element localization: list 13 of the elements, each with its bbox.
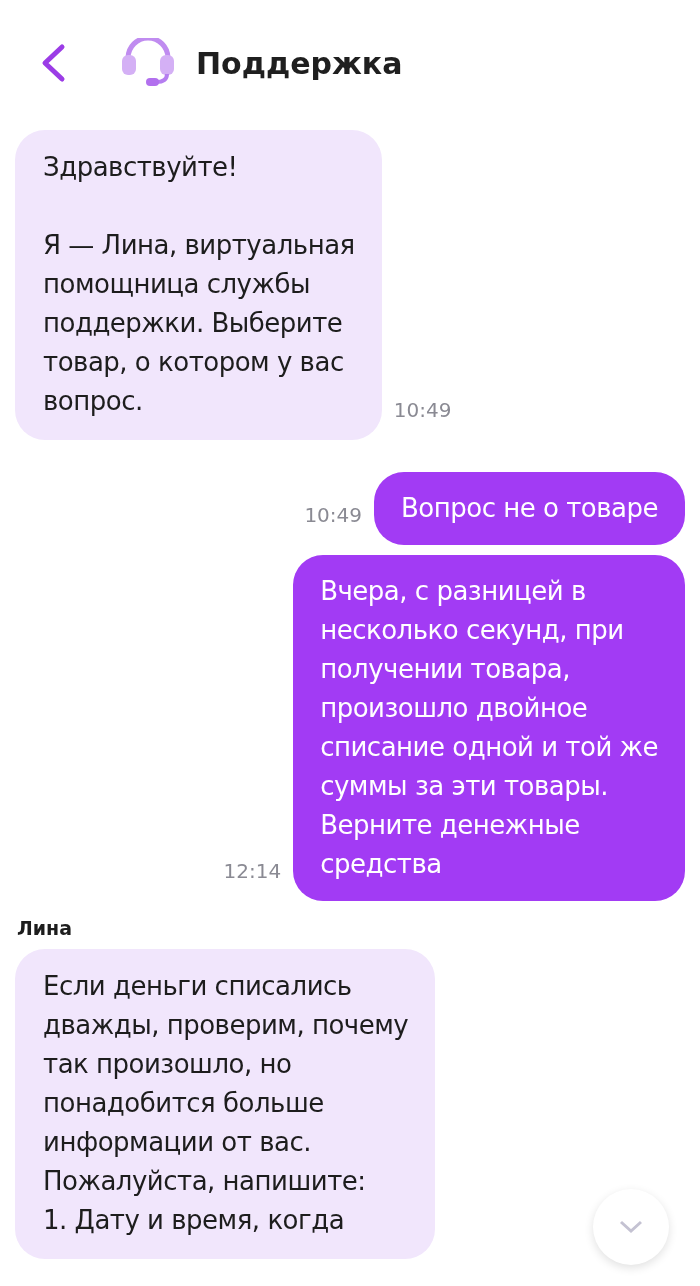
back-button[interactable] — [40, 43, 66, 83]
message-time: 12:14 — [223, 859, 282, 883]
sender-name: Лина — [17, 917, 74, 939]
message-time: 10:49 — [393, 398, 452, 422]
message-time: 10:49 — [304, 503, 363, 527]
chevron-down-icon — [619, 1220, 643, 1234]
message-bubble: Здравствуйте! Я — Лина, виртуальная помощница службы поддержки. Выберите товар, о котором у вас вопрос. — [15, 130, 382, 440]
message-bubble: Вопрос не о товаре — [374, 472, 685, 545]
back-icon — [40, 43, 66, 83]
message-bubble: Если деньги списались дважды, проверим, почему так произошло, но понадобится больше информации от вас. Пожалуйста, напишите: 1. Дату и время, когда — [15, 949, 436, 1259]
message-bubble: Вчера, с разницей в несколько секунд, при получении товара, произошло двойное списание одной и той же суммы за эти товары. Верните денежные средства — [293, 555, 685, 901]
chat-title: Поддержка — [196, 45, 403, 81]
headset-icon — [120, 38, 176, 88]
